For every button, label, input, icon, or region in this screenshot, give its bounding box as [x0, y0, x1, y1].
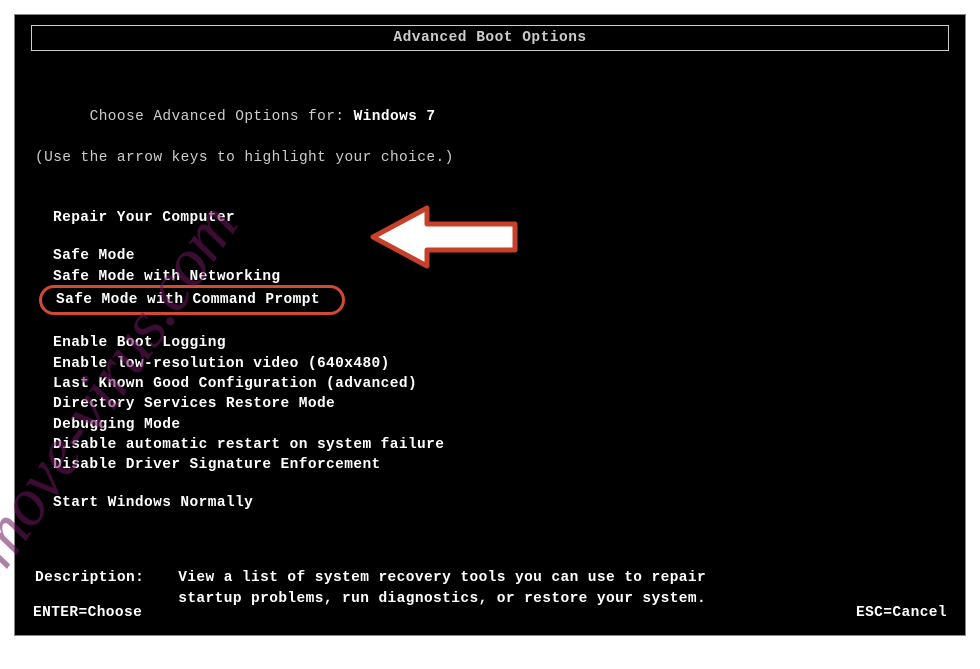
- menu-item-enable-boot-logging[interactable]: Enable Boot Logging: [35, 333, 945, 353]
- menu-item-enable-low-resolution-video-640x480[interactable]: Enable low-resolution video (640x480): [35, 354, 945, 374]
- menu-item-safe-mode-with-networking[interactable]: Safe Mode with Networking: [35, 267, 945, 287]
- description-text: View a list of system recovery tools you…: [178, 568, 778, 610]
- menu-group: Repair Your Computer: [35, 208, 945, 228]
- content-area: Choose Advanced Options for: Windows 7 (…: [35, 87, 945, 610]
- menu-item-disable-automatic-restart-on-system-failure[interactable]: Disable automatic restart on system fail…: [35, 435, 945, 455]
- footer-enter: ENTER=Choose: [33, 605, 142, 621]
- os-name: Windows 7: [354, 109, 436, 125]
- choose-prefix: Choose Advanced Options for:: [90, 109, 354, 125]
- menu-group: Enable Boot LoggingEnable low-resolution…: [35, 333, 945, 475]
- menu-item-repair-your-computer[interactable]: Repair Your Computer: [35, 208, 945, 228]
- choose-line: Choose Advanced Options for: Windows 7: [35, 87, 945, 148]
- menu-item-safe-mode[interactable]: Safe Mode: [35, 246, 945, 266]
- footer-bar: ENTER=Choose ESC=Cancel: [33, 605, 947, 621]
- menu-item-disable-driver-signature-enforcement[interactable]: Disable Driver Signature Enforcement: [35, 455, 945, 475]
- title-bar: Advanced Boot Options: [31, 25, 949, 51]
- description-block: Description: View a list of system recov…: [35, 568, 945, 610]
- menu-container[interactable]: Repair Your ComputerSafe ModeSafe Mode w…: [35, 208, 945, 514]
- footer-esc: ESC=Cancel: [856, 605, 947, 621]
- menu-item-last-known-good-configuration-advanced[interactable]: Last Known Good Configuration (advanced): [35, 374, 945, 394]
- description-label: Description:: [35, 568, 178, 610]
- screen-title: Advanced Boot Options: [393, 30, 586, 46]
- menu-item-start-windows-normally[interactable]: Start Windows Normally: [35, 493, 945, 513]
- menu-item-debugging-mode[interactable]: Debugging Mode: [35, 415, 945, 435]
- menu-item-directory-services-restore-mode[interactable]: Directory Services Restore Mode: [35, 394, 945, 414]
- hint-line: (Use the arrow keys to highlight your ch…: [35, 148, 945, 168]
- menu-item-safe-mode-with-command-prompt[interactable]: Safe Mode with Command Prompt: [39, 285, 345, 315]
- menu-group: Start Windows Normally: [35, 493, 945, 513]
- menu-group: Safe ModeSafe Mode with NetworkingSafe M…: [35, 246, 945, 315]
- boot-screen: Advanced Boot Options Choose Advanced Op…: [14, 14, 966, 636]
